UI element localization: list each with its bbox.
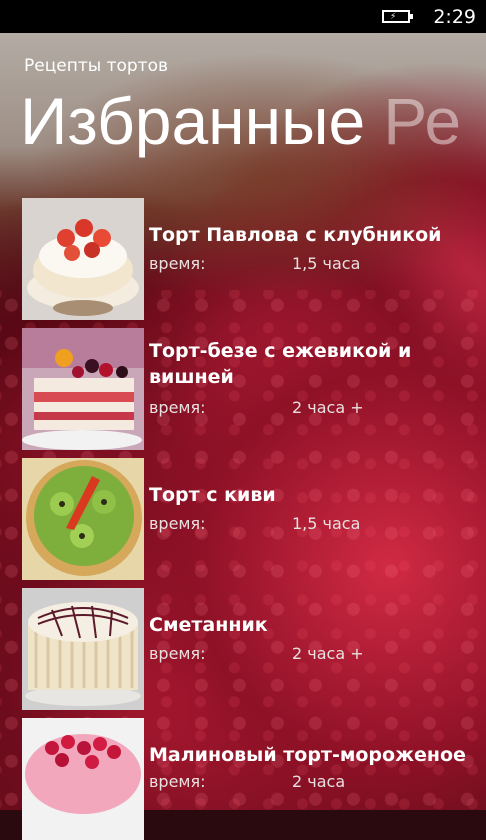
status-bar: ⚡ 2:29	[0, 0, 486, 33]
time-label: время:	[149, 254, 206, 273]
time-value: 2 часа +	[292, 644, 364, 663]
recipe-title: Торт-безе с ежевикой и вишней	[149, 340, 412, 388]
clock: 2:29	[433, 6, 476, 28]
list-item[interactable]: Торт Павлова с клубникой время: 1,5 часа	[22, 198, 486, 320]
battery-charging-icon: ⚡	[382, 10, 413, 23]
time-value: 2 часа	[292, 772, 346, 791]
recipe-thumbnail	[22, 198, 144, 320]
time-label: время:	[149, 644, 206, 663]
time-value: 1,5 часа	[292, 514, 361, 533]
app-title: Рецепты тортов	[24, 56, 169, 76]
recipe-thumbnail	[22, 588, 144, 710]
recipe-title: Малиновый торт-мороженое	[149, 744, 466, 766]
time-value: 2 часа +	[292, 398, 364, 417]
recipe-thumbnail	[22, 328, 144, 450]
recipe-thumbnail	[22, 718, 144, 840]
recipe-title: Сметанник	[149, 614, 268, 636]
time-label: время:	[149, 514, 206, 533]
time-value: 1,5 часа	[292, 254, 361, 273]
pivot-item-favorites[interactable]: Избранные	[20, 84, 365, 158]
recipe-thumbnail	[22, 458, 144, 580]
pivot-item-next[interactable]: Ре	[383, 84, 461, 158]
recipe-title: Торт с киви	[149, 484, 276, 506]
list-item[interactable]: Малиновый торт-мороженое время: 2 часа	[22, 718, 486, 840]
time-label: время:	[149, 398, 206, 417]
list-item[interactable]: Торт с киви время: 1,5 часа	[22, 458, 486, 580]
list-item[interactable]: Сметанник время: 2 часа +	[22, 588, 486, 710]
list-item[interactable]: Торт-безе с ежевикой и вишней время: 2 ч…	[22, 328, 486, 450]
pivot-header[interactable]: Избранные Ре	[20, 88, 461, 154]
time-label: время:	[149, 772, 206, 791]
recipe-title: Торт Павлова с клубникой	[149, 224, 442, 246]
